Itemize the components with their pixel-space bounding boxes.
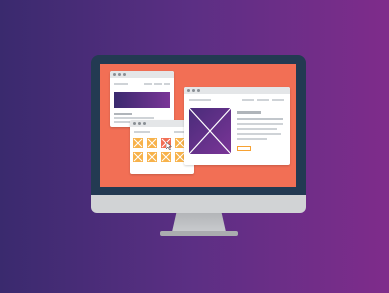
window-titlebar	[184, 87, 290, 94]
monitor-stand-base	[160, 231, 238, 236]
window-dot-icon	[192, 89, 195, 92]
desktop-monitor	[0, 0, 389, 293]
image-tile	[133, 152, 143, 162]
nav-placeholder-line	[144, 83, 152, 85]
image-tile	[161, 152, 171, 162]
heading-placeholder-line	[237, 111, 261, 114]
text-placeholder-line	[237, 123, 283, 125]
cta-button-placeholder	[237, 146, 251, 151]
window-dot-icon	[113, 73, 116, 76]
window-dot-icon	[133, 122, 136, 125]
nav-placeholder-line	[257, 99, 269, 101]
monitor-stand-neck	[172, 213, 226, 232]
nav-placeholder-line	[114, 83, 128, 85]
browser-window-large	[184, 87, 290, 165]
window-dot-icon	[138, 122, 141, 125]
nav-placeholder-line	[164, 83, 170, 85]
browser-window-top-left	[110, 71, 174, 127]
cursor-icon	[166, 142, 172, 150]
window-dot-icon	[187, 89, 190, 92]
text-placeholder-line	[237, 138, 267, 140]
hero-banner-placeholder	[114, 92, 170, 108]
nav-placeholder-line	[272, 99, 284, 101]
window-titlebar	[110, 71, 174, 78]
image-tile	[133, 138, 143, 148]
monitor-screen	[100, 64, 296, 187]
image-tile	[147, 152, 157, 162]
text-placeholder-line	[114, 117, 154, 119]
image-tile	[147, 138, 157, 148]
text-placeholder-line	[237, 118, 283, 120]
window-dot-icon	[118, 73, 121, 76]
text-placeholder-line	[237, 133, 281, 135]
nav-placeholder-line	[242, 99, 254, 101]
window-dot-icon	[143, 122, 146, 125]
window-dot-icon	[123, 73, 126, 76]
text-placeholder-line	[114, 113, 132, 115]
nav-placeholder-line	[189, 99, 211, 101]
text-placeholder-line	[237, 128, 277, 130]
nav-placeholder-line	[134, 131, 150, 133]
image-tile-grid	[133, 138, 191, 162]
monitor-chin	[91, 195, 306, 213]
nav-placeholder-line	[154, 83, 162, 85]
image-placeholder-icon	[189, 108, 231, 154]
window-dot-icon	[197, 89, 200, 92]
illustration-canvas	[0, 0, 389, 293]
